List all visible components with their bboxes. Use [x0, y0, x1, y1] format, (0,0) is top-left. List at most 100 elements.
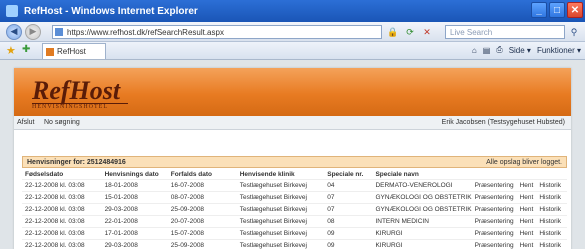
cell-born: 22-12-2008 kl. 03:08	[22, 215, 102, 228]
col-ref-date: Henvisnings dato	[104, 170, 159, 178]
fetch-link[interactable]: Hent	[520, 242, 534, 249]
cell-actions: Præsentering Hent Historik	[471, 203, 567, 216]
header-banner: RefHost HENVISNINGSHOTEL	[14, 68, 571, 116]
preview-link[interactable]: Præsentering	[475, 194, 514, 201]
preview-link[interactable]: Præsentering	[475, 182, 514, 189]
favorites-star-icon[interactable]: ★	[6, 44, 16, 57]
cell-ref-date: 18-01-2008	[101, 179, 168, 192]
command-bar: ⌂ ▤ ⎙ Side ▾ Funktioner ▾	[472, 45, 581, 55]
history-link[interactable]: Historik	[539, 242, 561, 249]
table-row: 22-12-2008 kl. 03:08 22-01-2008 20-07-2008…	[22, 215, 567, 228]
cell-spec-name: KIRURGI	[372, 227, 472, 240]
print-icon[interactable]: ⎙	[496, 45, 502, 55]
page-icon	[55, 28, 63, 36]
preview-link[interactable]: Præsentering	[475, 242, 514, 249]
cell-spec-name: GYNÆKOLOGI OG OBSTETRIK	[372, 191, 472, 204]
user-bar: Afslut No søgning Erik Jacobsen (Testsyg…	[14, 116, 571, 130]
refresh-icon[interactable]: ⟳	[403, 25, 417, 39]
cell-born: 22-12-2008 kl. 03:08	[22, 203, 102, 216]
stop-icon[interactable]: ✕	[420, 25, 434, 39]
cell-ref-date: 22-01-2008	[101, 215, 168, 228]
logo: RefHost	[32, 76, 121, 105]
cell-actions: Præsentering Hent Historik	[471, 227, 567, 240]
cell-ref-date: 17-01-2008	[101, 227, 168, 240]
preview-link[interactable]: Præsentering	[475, 218, 514, 225]
cell-ref-date: 29-03-2008	[101, 203, 168, 216]
cell-born: 22-12-2008 kl. 03:08	[22, 179, 102, 192]
history-link[interactable]: Historik	[539, 182, 561, 189]
referrals-header: Henvisninger for: 2512484916 Alle opslag…	[22, 156, 567, 168]
col-actions	[472, 169, 567, 180]
url-tools: 🔒 ⟳ ✕	[386, 25, 434, 39]
cell-clinic: Testlægehuset Birkevej	[236, 227, 325, 240]
cell-spec-no: 08	[324, 215, 373, 228]
table-row: 22-12-2008 kl. 03:08 29-03-2008 25-09-2008…	[22, 203, 567, 216]
history-link[interactable]: Historik	[539, 194, 561, 201]
cell-clinic: Testlægehuset Birkevej	[236, 215, 325, 228]
ie-icon	[6, 5, 18, 17]
page-viewport: RefHost HENVISNINGSHOTEL Afslut No søgni…	[0, 60, 585, 249]
col-spec-name: Speciale navn	[375, 170, 419, 178]
feeds-icon[interactable]: ▤	[483, 46, 491, 55]
window-title: RefHost - Windows Internet Explorer	[24, 5, 198, 17]
fetch-link[interactable]: Hent	[520, 206, 534, 213]
logo-subtitle: HENVISNINGSHOTEL	[32, 103, 128, 110]
tools-menu-label: Funktioner	[536, 45, 575, 55]
logged-note: Alle opslag bliver logget.	[486, 159, 562, 166]
cell-clinic: Testlægehuset Birkevej	[236, 203, 325, 216]
history-link[interactable]: Historik	[539, 218, 561, 225]
tools-menu[interactable]: Funktioner ▾	[537, 46, 581, 55]
cell-born: 22-12-2008 kl. 03:08	[22, 239, 102, 249]
cell-spec-no: 07	[324, 203, 373, 216]
preview-link[interactable]: Præsentering	[475, 230, 514, 237]
referrals-title: Henvisninger for: 2512484916	[27, 159, 126, 166]
title-bar: RefHost - Windows Internet Explorer _ □ …	[0, 0, 585, 22]
add-favorites-icon[interactable]: ✚	[22, 44, 30, 55]
preview-link[interactable]: Præsentering	[475, 206, 514, 213]
cell-born: 22-12-2008 kl. 03:08	[22, 191, 102, 204]
page-menu[interactable]: Side ▾	[509, 46, 531, 55]
home-icon[interactable]: ⌂	[472, 46, 477, 55]
tab-bar: ★ ✚ RefHost ⌂ ▤ ⎙ Side ▾ Funktioner ▾	[0, 42, 585, 60]
new-search-link[interactable]: No søgning	[44, 119, 80, 126]
page-menu-label: Side	[508, 45, 525, 55]
cell-clinic: Testlægehuset Birkevej	[236, 179, 325, 192]
lock-icon[interactable]: 🔒	[386, 25, 400, 39]
cell-actions: Præsentering Hent Historik	[471, 239, 567, 249]
url-field[interactable]: https://www.refhost.dk/refSearchResult.a…	[52, 25, 382, 39]
search-input[interactable]: Live Search	[445, 25, 565, 39]
search-icon[interactable]: ⚲	[567, 25, 581, 39]
table-row: 22-12-2008 kl. 03:08 29-03-2008 25-09-2008…	[22, 239, 567, 249]
cell-due-date: 15-07-2008	[167, 227, 237, 240]
cell-spec-name: INTERN MEDICIN	[372, 215, 472, 228]
cell-clinic: Testlægehuset Birkevej	[236, 239, 325, 249]
fetch-link[interactable]: Hent	[520, 230, 534, 237]
cell-due-date: 20-07-2008	[167, 215, 237, 228]
history-link[interactable]: Historik	[539, 230, 561, 237]
tab-refhost[interactable]: RefHost	[42, 43, 106, 59]
page-content: RefHost HENVISNINGSHOTEL Afslut No søgni…	[14, 68, 571, 249]
fetch-link[interactable]: Hent	[520, 182, 534, 189]
cell-spec-name: KIRURGI	[372, 239, 472, 249]
fetch-link[interactable]: Hent	[520, 218, 534, 225]
logout-link[interactable]: Afslut	[17, 119, 35, 126]
url-text: https://www.refhost.dk/refSearchResult.a…	[67, 27, 224, 37]
cell-clinic: Testlægehuset Birkevej	[236, 191, 325, 204]
table-row: 22-12-2008 kl. 03:08 15-01-2008 08-07-2008…	[22, 191, 567, 204]
history-link[interactable]: Historik	[539, 206, 561, 213]
maximize-button[interactable]: □	[549, 2, 565, 18]
referrals-table: Fødselsdato Henvisnings dato Forfalds da…	[22, 169, 567, 249]
cell-ref-date: 15-01-2008	[101, 191, 168, 204]
user-info: Erik Jacobsen (Testsygehuset Hubsted)	[441, 119, 565, 126]
close-button[interactable]: ✕	[567, 2, 583, 18]
forward-button[interactable]: ▶	[25, 23, 41, 40]
cell-due-date: 25-09-2008	[167, 203, 237, 216]
fetch-link[interactable]: Hent	[520, 194, 534, 201]
cell-actions: Præsentering Hent Historik	[471, 215, 567, 228]
tab-page-icon	[46, 48, 54, 56]
cell-spec-no: 07	[324, 191, 373, 204]
minimize-button[interactable]: _	[531, 2, 547, 18]
tab-label: RefHost	[57, 47, 86, 56]
back-button[interactable]: ◀	[6, 23, 22, 40]
col-born: Fødselsdato	[25, 170, 64, 178]
